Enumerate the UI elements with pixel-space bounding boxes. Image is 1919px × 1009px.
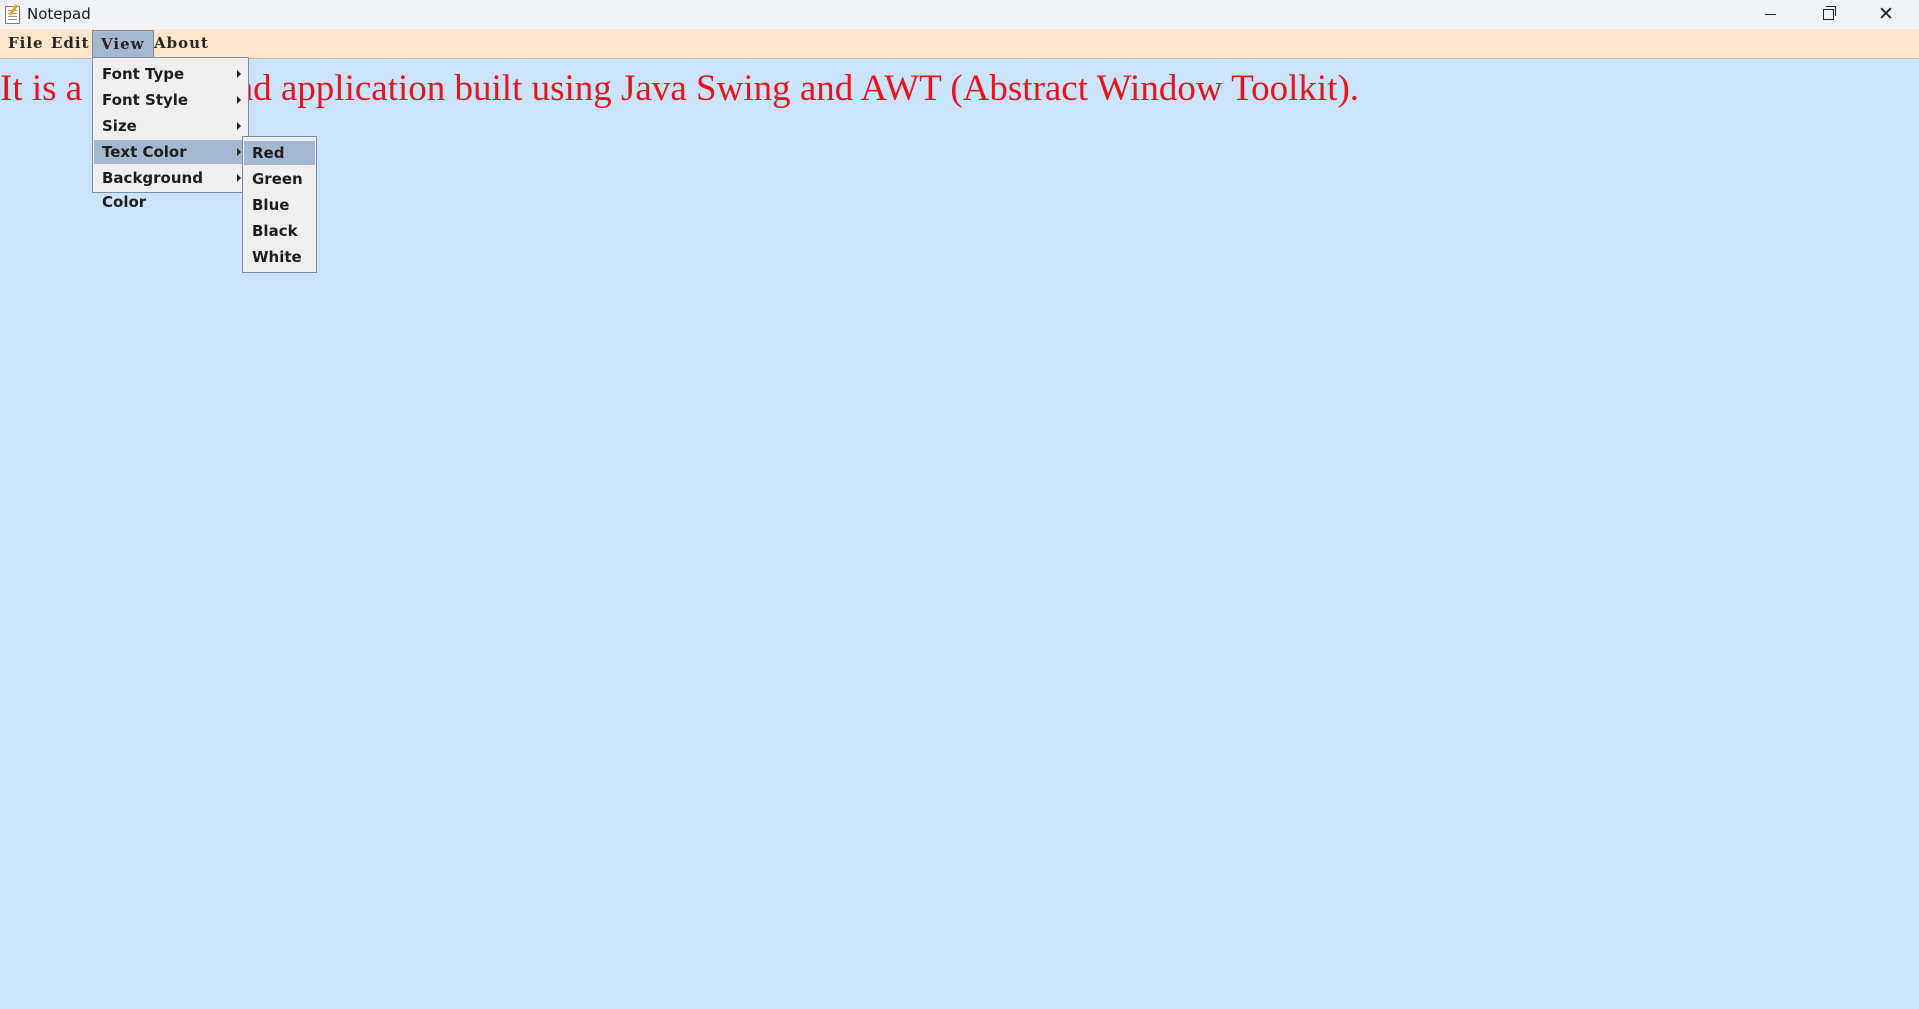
- menu-about[interactable]: About: [146, 29, 217, 57]
- submenu-item-label: Red: [252, 144, 285, 162]
- restore-icon: [1822, 6, 1836, 20]
- menu-item-label: Background Color: [102, 169, 203, 211]
- restore-button[interactable]: [1799, 0, 1857, 29]
- notepad-icon: [5, 6, 20, 24]
- menu-item-size[interactable]: Size: [94, 114, 247, 138]
- menu-item-label: Size: [102, 117, 137, 135]
- menu-item-label: Font Style: [102, 91, 189, 109]
- view-menu-dropdown: Font Type Font Style Size Text Color Bac…: [92, 57, 249, 211]
- editor-text-visible-end: pad application built using Java Swing a…: [218, 68, 1360, 109]
- menu-item-font-type[interactable]: Font Type: [94, 62, 247, 86]
- menu-item-label: Text Color: [102, 143, 187, 161]
- menu-item-font-style[interactable]: Font Style: [94, 88, 247, 112]
- window-title: Notepad: [27, 5, 91, 23]
- submenu-item-label: White: [252, 248, 302, 266]
- menu-item-text-color[interactable]: Text Color: [94, 140, 247, 164]
- close-button[interactable]: ✕: [1857, 0, 1915, 29]
- chevron-right-icon: [237, 96, 241, 104]
- submenu-item-green[interactable]: Green: [244, 167, 315, 191]
- submenu-item-red[interactable]: Red: [244, 141, 315, 165]
- menu-view[interactable]: View: [92, 30, 154, 58]
- submenu-item-label: Green: [252, 170, 303, 188]
- menu-bar: File Edit View About: [0, 29, 1919, 59]
- submenu-item-white[interactable]: White: [244, 245, 315, 269]
- chevron-right-icon: [237, 122, 241, 130]
- text-color-submenu: Red Green Blue Black White: [242, 136, 317, 273]
- minimize-icon: [1764, 14, 1776, 15]
- editor-text-visible-start: It is a: [0, 68, 83, 109]
- minimize-button[interactable]: [1741, 0, 1799, 29]
- menu-item-label: Font Type: [102, 65, 185, 83]
- menu-item-background-color[interactable]: Background Color: [94, 166, 247, 211]
- submenu-item-blue[interactable]: Blue: [244, 193, 315, 217]
- submenu-item-label: Black: [252, 222, 298, 240]
- chevron-right-icon: [237, 148, 241, 156]
- title-bar: Notepad ✕: [0, 0, 1919, 29]
- chevron-right-icon: [237, 174, 241, 182]
- close-icon: ✕: [1878, 3, 1894, 25]
- submenu-item-black[interactable]: Black: [244, 219, 315, 243]
- menu-edit[interactable]: Edit: [43, 29, 98, 57]
- submenu-item-label: Blue: [252, 196, 290, 214]
- chevron-right-icon: [237, 70, 241, 78]
